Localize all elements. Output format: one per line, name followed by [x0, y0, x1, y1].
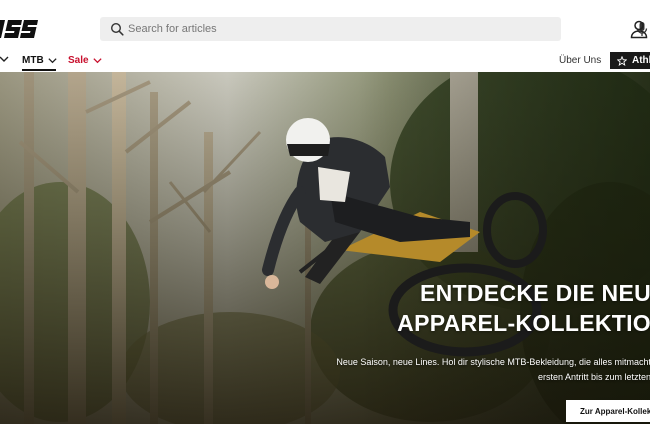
page-bottom-edge [0, 424, 650, 433]
chevron-down-icon [92, 57, 102, 63]
user-icon[interactable] [629, 19, 649, 39]
star-icon [617, 55, 627, 66]
active-nav-indicator [22, 69, 56, 71]
nav-item-mtb[interactable]: MTB [22, 52, 58, 68]
search-bar[interactable] [100, 17, 648, 41]
athletes-button-label: Athl [632, 55, 650, 66]
brand-logo[interactable] [0, 14, 40, 44]
hero-headline: ENTDECKE DIE NEU APPAREL-KOLLEKTIO [397, 278, 650, 338]
athletes-button[interactable]: Athl [610, 52, 650, 69]
site-header: MTB Sale Über Uns Athl [0, 0, 650, 72]
hero-headline-line-2: APPAREL-KOLLEKTIO [397, 310, 650, 336]
main-navigation: MTB Sale [0, 48, 650, 72]
hero-description-line-2: ersten Antritt bis zum letzten [537, 372, 650, 382]
hero-description: Neue Saison, neue Lines. Hol dir stylisc… [336, 355, 650, 385]
search-icon[interactable] [110, 22, 124, 36]
hero-banner: ENTDECKE DIE NEU APPAREL-KOLLEKTIO Neue … [0, 72, 650, 424]
chevron-down-icon [48, 57, 57, 63]
search-input[interactable] [128, 20, 523, 38]
apparel-collection-button[interactable]: Zur Apparel-Kollekt [566, 400, 650, 422]
hero-headline-line-1: ENTDECKE DIE NEU [420, 280, 650, 306]
hero-description-line-1: Neue Saison, neue Lines. Hol dir stylisc… [336, 357, 650, 367]
about-us-link[interactable]: Über Uns [559, 55, 601, 66]
chevron-down-icon[interactable] [0, 53, 10, 65]
nav-item-label: Sale [68, 54, 89, 66]
nav-item-sale[interactable]: Sale [68, 52, 103, 68]
nav-item-label: MTB [22, 54, 44, 66]
